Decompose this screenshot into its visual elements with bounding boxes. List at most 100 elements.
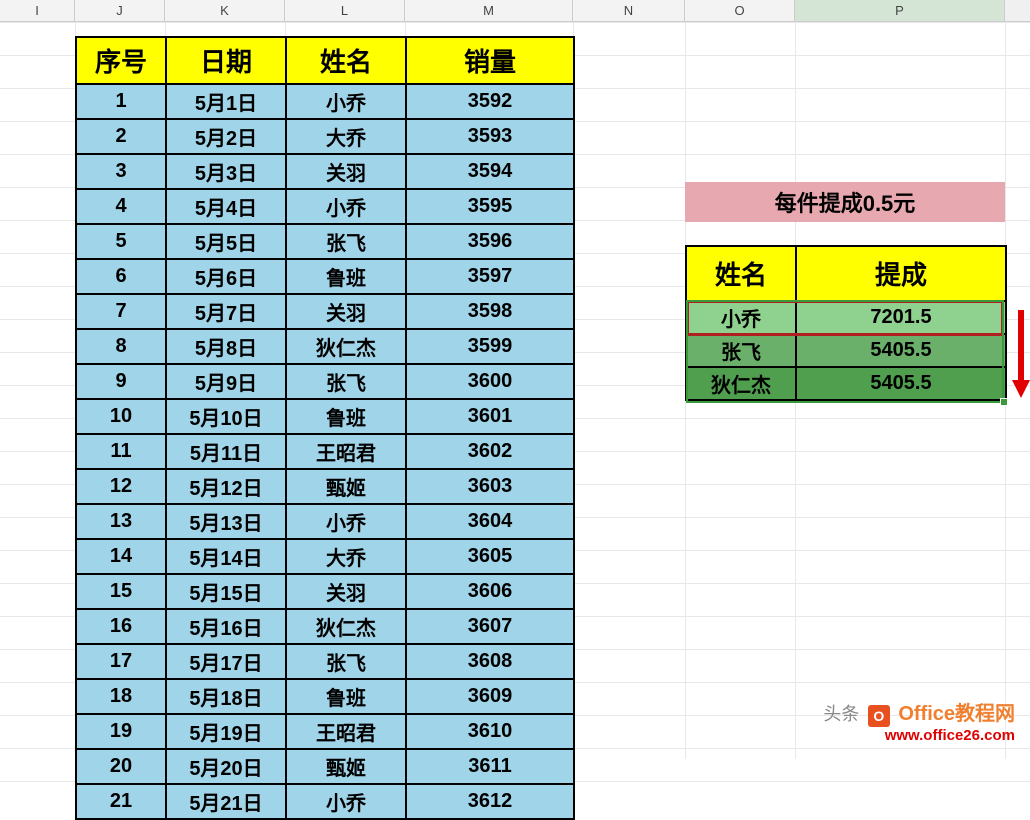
table-row[interactable]: 125月12日甄姬3603: [76, 469, 574, 504]
cell-date[interactable]: 5月8日: [166, 329, 286, 364]
table-row[interactable]: 15月1日小乔3592: [76, 84, 574, 119]
cell-seq[interactable]: 5: [76, 224, 166, 259]
table-row[interactable]: 25月2日大乔3593: [76, 119, 574, 154]
cell-sales[interactable]: 3605: [406, 539, 574, 574]
table-row[interactable]: 145月14日大乔3605: [76, 539, 574, 574]
result-cell-commission[interactable]: 7201.5: [796, 301, 1006, 334]
cell-date[interactable]: 5月21日: [166, 784, 286, 819]
cell-sales[interactable]: 3595: [406, 189, 574, 224]
result-cell-commission[interactable]: 5405.5: [796, 367, 1006, 400]
cell-sales[interactable]: 3594: [406, 154, 574, 189]
fill-handle[interactable]: [1000, 398, 1008, 406]
commission-note[interactable]: 每件提成0.5元: [685, 182, 1005, 222]
cell-seq[interactable]: 10: [76, 399, 166, 434]
result-row[interactable]: 狄仁杰5405.5: [686, 367, 1006, 400]
cell-name[interactable]: 小乔: [286, 504, 406, 539]
cell-seq[interactable]: 18: [76, 679, 166, 714]
header-date[interactable]: 日期: [166, 37, 286, 84]
cell-name[interactable]: 小乔: [286, 784, 406, 819]
cell-name[interactable]: 小乔: [286, 84, 406, 119]
col-header-I[interactable]: I: [0, 0, 75, 21]
cell-name[interactable]: 张飞: [286, 364, 406, 399]
cell-date[interactable]: 5月18日: [166, 679, 286, 714]
cell-sales[interactable]: 3612: [406, 784, 574, 819]
cell-date[interactable]: 5月4日: [166, 189, 286, 224]
cell-seq[interactable]: 13: [76, 504, 166, 539]
cell-sales[interactable]: 3598: [406, 294, 574, 329]
cell-name[interactable]: 关羽: [286, 294, 406, 329]
cell-date[interactable]: 5月9日: [166, 364, 286, 399]
cell-date[interactable]: 5月3日: [166, 154, 286, 189]
cell-sales[interactable]: 3600: [406, 364, 574, 399]
cell-seq[interactable]: 8: [76, 329, 166, 364]
cell-date[interactable]: 5月10日: [166, 399, 286, 434]
cell-sales[interactable]: 3602: [406, 434, 574, 469]
cell-date[interactable]: 5月15日: [166, 574, 286, 609]
cell-sales[interactable]: 3610: [406, 714, 574, 749]
table-row[interactable]: 95月9日张飞3600: [76, 364, 574, 399]
table-row[interactable]: 105月10日鲁班3601: [76, 399, 574, 434]
cell-date[interactable]: 5月13日: [166, 504, 286, 539]
cell-seq[interactable]: 2: [76, 119, 166, 154]
table-row[interactable]: 135月13日小乔3604: [76, 504, 574, 539]
header-name[interactable]: 姓名: [286, 37, 406, 84]
cell-sales[interactable]: 3607: [406, 609, 574, 644]
col-header-M[interactable]: M: [405, 0, 573, 21]
cell-name[interactable]: 关羽: [286, 154, 406, 189]
cell-date[interactable]: 5月20日: [166, 749, 286, 784]
table-row[interactable]: 65月6日鲁班3597: [76, 259, 574, 294]
table-row[interactable]: 205月20日甄姬3611: [76, 749, 574, 784]
cell-name[interactable]: 甄姬: [286, 749, 406, 784]
cell-seq[interactable]: 21: [76, 784, 166, 819]
cell-name[interactable]: 大乔: [286, 539, 406, 574]
cell-seq[interactable]: 19: [76, 714, 166, 749]
cell-date[interactable]: 5月16日: [166, 609, 286, 644]
cell-seq[interactable]: 15: [76, 574, 166, 609]
cell-date[interactable]: 5月1日: [166, 84, 286, 119]
cell-seq[interactable]: 4: [76, 189, 166, 224]
cell-name[interactable]: 狄仁杰: [286, 329, 406, 364]
cell-seq[interactable]: 3: [76, 154, 166, 189]
table-row[interactable]: 45月4日小乔3595: [76, 189, 574, 224]
table-row[interactable]: 185月18日鲁班3609: [76, 679, 574, 714]
result-header-commission[interactable]: 提成: [796, 246, 1006, 301]
cell-seq[interactable]: 16: [76, 609, 166, 644]
cell-sales[interactable]: 3606: [406, 574, 574, 609]
cell-name[interactable]: 鲁班: [286, 399, 406, 434]
cell-name[interactable]: 张飞: [286, 644, 406, 679]
cell-seq[interactable]: 9: [76, 364, 166, 399]
cell-sales[interactable]: 3608: [406, 644, 574, 679]
cell-date[interactable]: 5月11日: [166, 434, 286, 469]
col-header-L[interactable]: L: [285, 0, 405, 21]
table-row[interactable]: 175月17日张飞3608: [76, 644, 574, 679]
cell-date[interactable]: 5月6日: [166, 259, 286, 294]
cell-sales[interactable]: 3603: [406, 469, 574, 504]
col-header-K[interactable]: K: [165, 0, 285, 21]
cell-seq[interactable]: 17: [76, 644, 166, 679]
result-table[interactable]: 姓名 提成 小乔7201.5张飞5405.5狄仁杰5405.5: [685, 245, 1007, 401]
cell-seq[interactable]: 1: [76, 84, 166, 119]
cell-sales[interactable]: 3611: [406, 749, 574, 784]
result-cell-commission[interactable]: 5405.5: [796, 334, 1006, 367]
cell-name[interactable]: 关羽: [286, 574, 406, 609]
cell-sales[interactable]: 3604: [406, 504, 574, 539]
cell-sales[interactable]: 3592: [406, 84, 574, 119]
table-row[interactable]: 75月7日关羽3598: [76, 294, 574, 329]
cell-sales[interactable]: 3599: [406, 329, 574, 364]
result-cell-name[interactable]: 小乔: [686, 301, 796, 334]
cell-sales[interactable]: 3601: [406, 399, 574, 434]
cell-seq[interactable]: 11: [76, 434, 166, 469]
cell-sales[interactable]: 3596: [406, 224, 574, 259]
main-data-table[interactable]: 序号 日期 姓名 销量 15月1日小乔359225月2日大乔359335月3日关…: [75, 36, 575, 820]
cell-name[interactable]: 鲁班: [286, 259, 406, 294]
cell-date[interactable]: 5月17日: [166, 644, 286, 679]
result-cell-name[interactable]: 狄仁杰: [686, 367, 796, 400]
cell-seq[interactable]: 6: [76, 259, 166, 294]
table-row[interactable]: 215月21日小乔3612: [76, 784, 574, 819]
cell-date[interactable]: 5月12日: [166, 469, 286, 504]
cell-name[interactable]: 王昭君: [286, 714, 406, 749]
cell-name[interactable]: 甄姬: [286, 469, 406, 504]
table-row[interactable]: 155月15日关羽3606: [76, 574, 574, 609]
cell-name[interactable]: 大乔: [286, 119, 406, 154]
cell-name[interactable]: 狄仁杰: [286, 609, 406, 644]
